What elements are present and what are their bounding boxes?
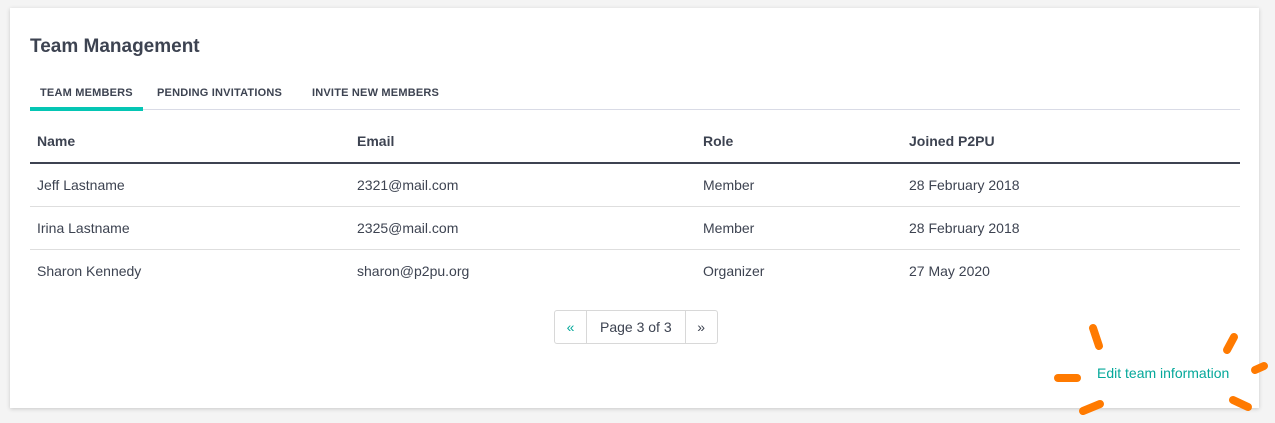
cell-email: sharon@p2pu.org	[357, 262, 470, 279]
previous-page-button[interactable]: «	[555, 311, 586, 343]
cell-joined: 28 February 2018	[902, 163, 1240, 207]
members-table: Name Email Role Joined P2PU Jeff Lastnam…	[30, 120, 1240, 292]
next-page-button[interactable]: »	[686, 311, 717, 343]
cell-name: Sharon Kennedy	[37, 262, 142, 279]
header-role: Role	[696, 120, 902, 164]
page-title: Team Management	[30, 36, 200, 57]
cell-name: Jeff Lastname	[30, 163, 350, 207]
cell-joined: 28 February 2018	[902, 206, 1240, 250]
edit-team-information-link[interactable]: Edit team information	[1097, 365, 1229, 381]
tab-team-members[interactable]: TEAM MEMBERS	[30, 82, 143, 111]
cell-joined: 27 May 2020	[909, 262, 990, 279]
table-row: Sharon Kennedy sharon@p2pu.org Organizer…	[30, 249, 1240, 292]
cell-role: Member	[696, 206, 902, 250]
team-management-card: Team Management TEAM MEMBERS PENDING INV…	[10, 8, 1259, 408]
cell-role: Organizer	[703, 262, 765, 279]
table-header-row: Name Email Role Joined P2PU	[30, 120, 1240, 164]
tab-pending-invitations[interactable]: PENDING INVITATIONS	[157, 82, 282, 110]
cell-email: 2321@mail.com	[350, 163, 696, 207]
tab-invite-new-members[interactable]: INVITE NEW MEMBERS	[312, 82, 439, 110]
cell-role: Member	[696, 163, 902, 207]
tab-bar: TEAM MEMBERS PENDING INVITATIONS INVITE …	[30, 82, 1240, 111]
cell-email: 2325@mail.com	[350, 206, 696, 250]
pagination: « Page 3 of 3 »	[554, 310, 718, 344]
table-row: Irina Lastname 2325@mail.com Member 28 F…	[30, 206, 1240, 250]
header-joined: Joined P2PU	[902, 120, 1240, 164]
cell-name: Irina Lastname	[30, 206, 350, 250]
page-indicator: Page 3 of 3	[586, 311, 686, 343]
header-name: Name	[30, 120, 350, 164]
table-row: Jeff Lastname 2321@mail.com Member 28 Fe…	[30, 163, 1240, 207]
header-email: Email	[350, 120, 696, 164]
